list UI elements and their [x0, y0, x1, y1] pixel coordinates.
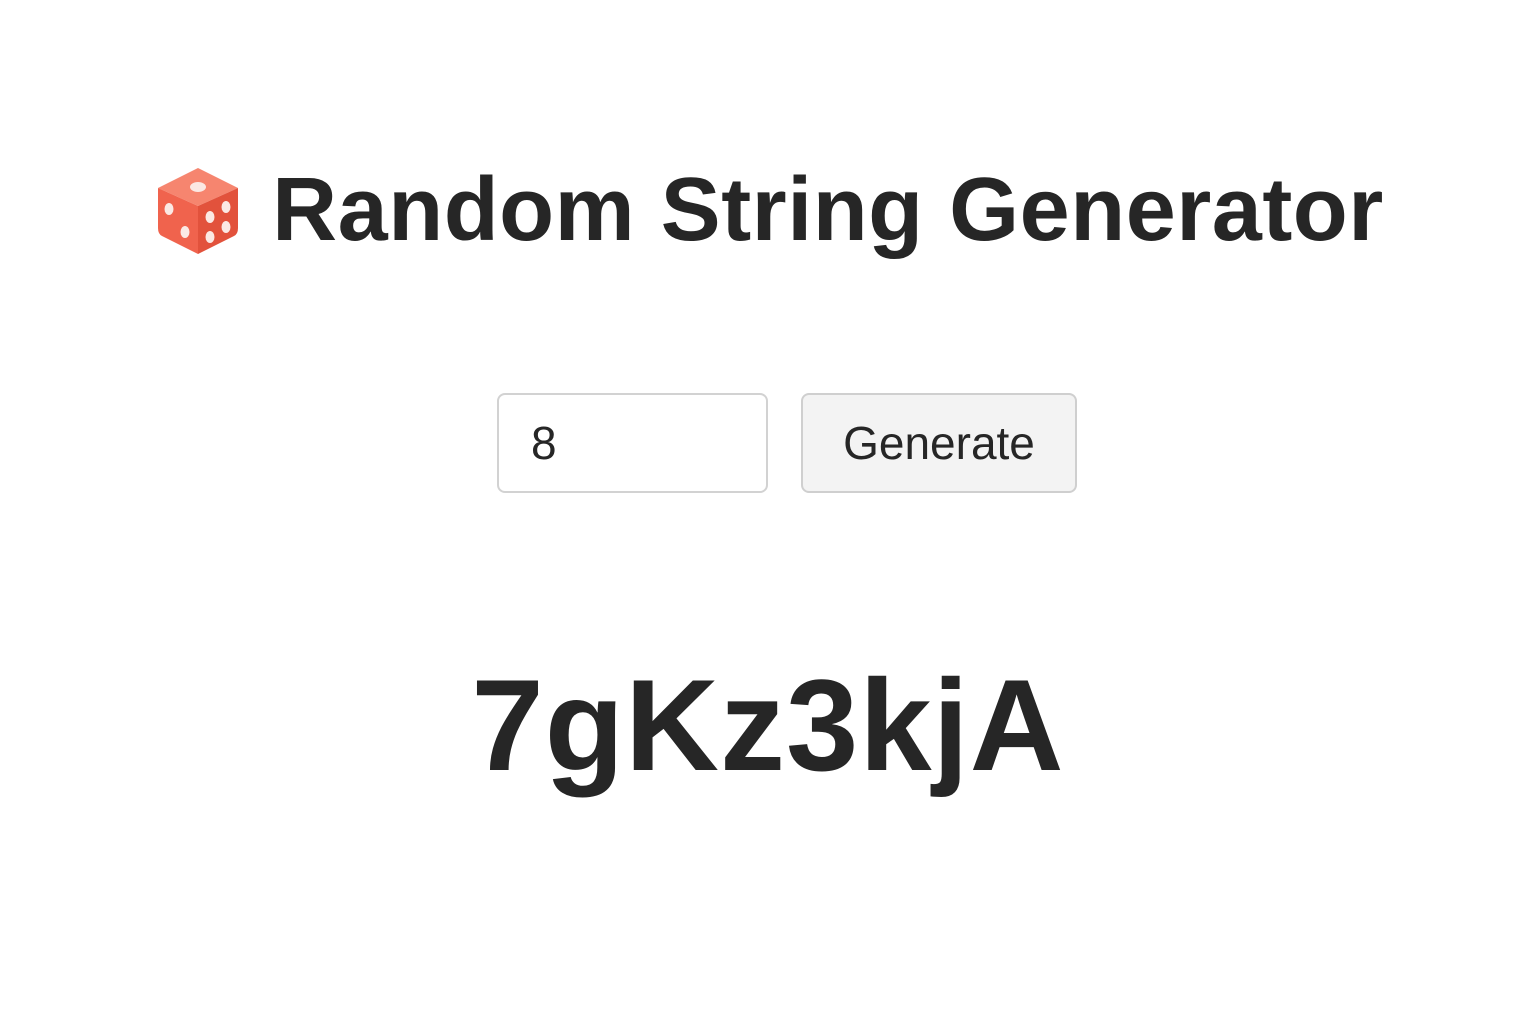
length-input[interactable] [497, 393, 768, 493]
page-title: Random String Generator [272, 160, 1384, 260]
generated-string: 7gKz3kjA [471, 652, 1065, 798]
dice-icon [158, 168, 239, 254]
page-header: Random String Generator [0, 155, 1536, 265]
generator-controls: Generate [497, 393, 1077, 493]
generate-button[interactable]: Generate [801, 393, 1077, 493]
